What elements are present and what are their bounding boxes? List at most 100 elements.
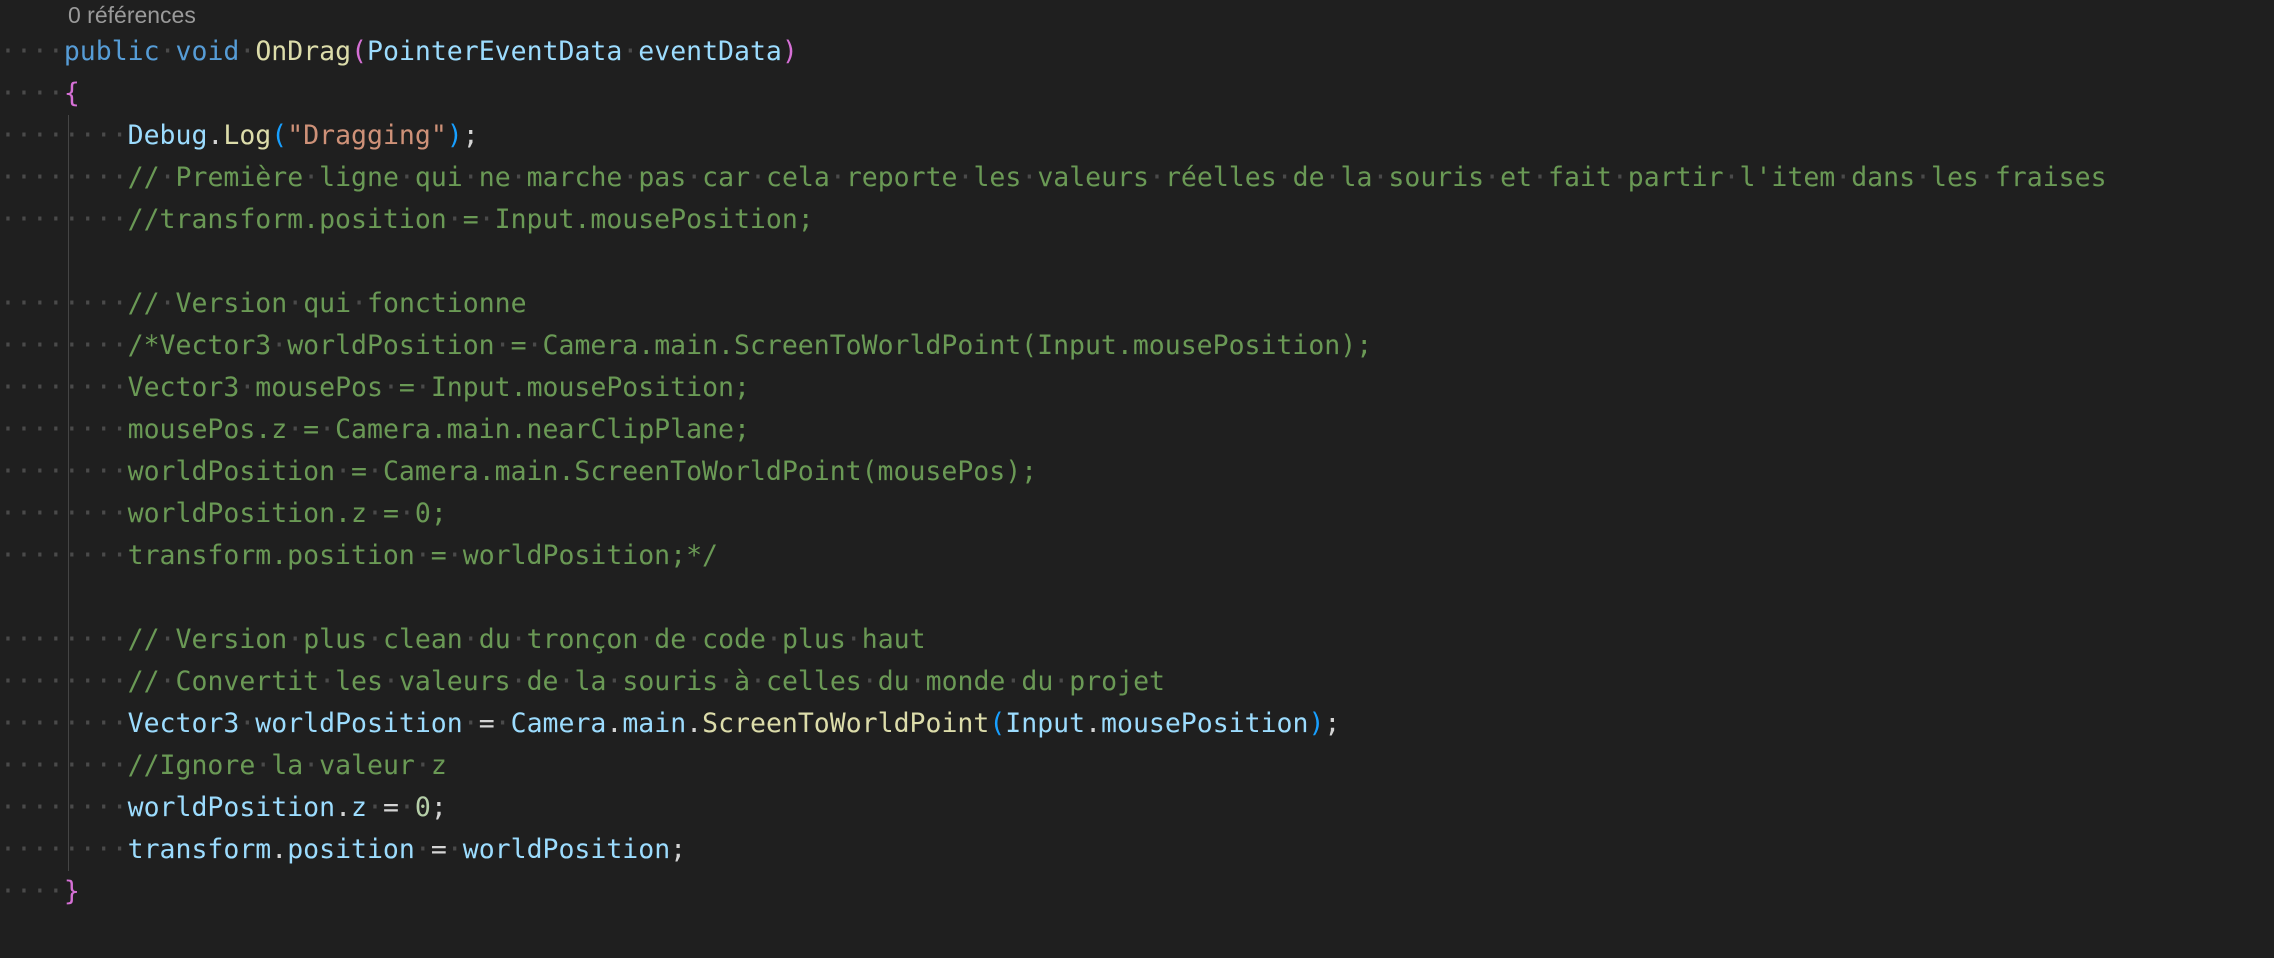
code-token: ( bbox=[271, 120, 288, 151]
code-token: worldPosition bbox=[462, 834, 671, 865]
references-codelens[interactable]: 0 références bbox=[68, 0, 196, 30]
code-token: ( bbox=[351, 36, 368, 67]
whitespace-dot: · bbox=[239, 36, 256, 67]
code-token: Vector3 bbox=[127, 708, 240, 739]
code-token: . bbox=[1085, 708, 1102, 739]
indent-whitespace: ········ bbox=[0, 120, 128, 151]
indent-whitespace: ········ bbox=[0, 540, 128, 571]
code-line[interactable]: ····} bbox=[0, 871, 80, 913]
code-token: /*Vector3·worldPosition·=·Camera.main.Sc… bbox=[127, 330, 1373, 361]
whitespace-dot: · bbox=[367, 792, 383, 823]
code-token: //·Convertit·les·valeurs·de·la·souris·à·… bbox=[127, 666, 1165, 697]
code-token: ; bbox=[462, 120, 479, 151]
indent-whitespace: ···· bbox=[0, 36, 64, 67]
indent-whitespace: ········ bbox=[0, 330, 128, 361]
code-token: "Dragging" bbox=[287, 120, 447, 151]
code-line[interactable]: ········Vector3·mousePos·=·Input.mousePo… bbox=[0, 367, 750, 409]
code-token: transform.position·=·worldPosition;*/ bbox=[127, 540, 719, 571]
indent-whitespace: ········ bbox=[0, 708, 128, 739]
code-token: { bbox=[63, 78, 80, 109]
code-line[interactable]: ········//·Version·plus·clean·du·tronçon… bbox=[0, 619, 926, 661]
code-token: ) bbox=[446, 120, 463, 151]
code-token: = bbox=[382, 792, 399, 823]
whitespace-dot: · bbox=[398, 792, 415, 823]
code-token: position bbox=[287, 834, 415, 865]
whitespace-dot: · bbox=[446, 834, 463, 865]
code-line[interactable]: ········mousePos.z·=·Camera.main.nearCli… bbox=[0, 409, 750, 451]
code-token: OnDrag bbox=[255, 36, 352, 67]
code-token: ; bbox=[670, 834, 687, 865]
code-token: ; bbox=[1324, 708, 1341, 739]
code-token: ScreenToWorldPoint bbox=[702, 708, 990, 739]
indent-whitespace: ········ bbox=[0, 372, 128, 403]
code-token: transform bbox=[127, 834, 272, 865]
code-token: ; bbox=[430, 792, 447, 823]
code-line[interactable]: ········Vector3·worldPosition·=·Camera.m… bbox=[0, 703, 1340, 745]
code-token: . bbox=[207, 120, 224, 151]
whitespace-dot: · bbox=[622, 36, 639, 67]
whitespace-dot: · bbox=[239, 708, 256, 739]
indent-whitespace: ········ bbox=[0, 288, 128, 319]
code-line[interactable]: ········/*Vector3·worldPosition·=·Camera… bbox=[0, 325, 1372, 367]
code-token: . bbox=[686, 708, 703, 739]
code-token: worldPosition.z·=·0; bbox=[127, 498, 447, 529]
code-token: Input bbox=[1005, 708, 1086, 739]
code-token: Log bbox=[223, 120, 272, 151]
code-token: ) bbox=[781, 36, 798, 67]
code-line[interactable]: ········transform.position·=·worldPositi… bbox=[0, 829, 686, 871]
code-line[interactable]: ········transform.position·=·worldPositi… bbox=[0, 535, 718, 577]
code-line[interactable]: ········//·Version·qui·fonctionne bbox=[0, 283, 527, 325]
code-token: z bbox=[351, 792, 367, 823]
code-line[interactable]: ········worldPosition·=·Camera.main.Scre… bbox=[0, 451, 1037, 493]
indent-whitespace: ········ bbox=[0, 498, 128, 529]
indent-whitespace: ········ bbox=[0, 792, 128, 823]
code-token: worldPosition bbox=[255, 708, 463, 739]
code-token: ) bbox=[1308, 708, 1325, 739]
code-token: //·Version·qui·fonctionne bbox=[127, 288, 527, 319]
whitespace-dot: · bbox=[159, 36, 176, 67]
code-token: 0 bbox=[414, 792, 431, 823]
whitespace-dot: · bbox=[494, 708, 511, 739]
code-token: Camera bbox=[510, 708, 607, 739]
indent-whitespace: ···· bbox=[0, 876, 64, 907]
code-token: void bbox=[175, 36, 240, 67]
code-line[interactable]: ········Debug.Log("Dragging"); bbox=[0, 115, 479, 157]
code-token: //Ignore·la·valeur·z bbox=[127, 750, 447, 781]
code-token: Vector3·mousePos·=·Input.mousePosition; bbox=[127, 372, 750, 403]
code-token: ( bbox=[989, 708, 1006, 739]
whitespace-dot: · bbox=[414, 834, 431, 865]
code-token: . bbox=[606, 708, 623, 739]
code-line[interactable]: ········//·Convertit·les·valeurs·de·la·s… bbox=[0, 661, 1165, 703]
indent-whitespace: ········ bbox=[0, 204, 128, 235]
indent-whitespace: ········ bbox=[0, 456, 128, 487]
code-token: Debug bbox=[127, 120, 208, 151]
code-line[interactable]: ····{ bbox=[0, 73, 80, 115]
code-line[interactable]: ········worldPosition.z·=·0; bbox=[0, 787, 447, 829]
code-line[interactable]: ····public·void·OnDrag(PointerEventData·… bbox=[0, 31, 798, 73]
code-token: = bbox=[430, 834, 447, 865]
code-token: . bbox=[271, 834, 288, 865]
code-token: public bbox=[63, 36, 160, 67]
indent-whitespace: ········ bbox=[0, 834, 128, 865]
code-token: = bbox=[478, 708, 495, 739]
code-token: //transform.position·=·Input.mousePositi… bbox=[127, 204, 814, 235]
indent-whitespace: ········ bbox=[0, 624, 128, 655]
indent-whitespace: ········ bbox=[0, 750, 128, 781]
whitespace-dot: · bbox=[462, 708, 479, 739]
code-editor[interactable]: 0 références ····public·void·OnDrag(Poin… bbox=[0, 0, 2274, 958]
indent-whitespace: ········ bbox=[0, 414, 128, 445]
indent-whitespace: ········ bbox=[0, 666, 128, 697]
code-token: eventData bbox=[638, 36, 782, 67]
code-line[interactable]: ········worldPosition.z·=·0; bbox=[0, 493, 447, 535]
code-token: } bbox=[63, 876, 80, 907]
code-token: mousePos.z·=·Camera.main.nearClipPlane; bbox=[127, 414, 750, 445]
code-token: worldPosition bbox=[127, 792, 336, 823]
indent-whitespace: ········ bbox=[0, 162, 128, 193]
indent-whitespace: ···· bbox=[0, 78, 64, 109]
code-line[interactable]: ········//Ignore·la·valeur·z bbox=[0, 745, 447, 787]
code-line[interactable]: ········//transform.position·=·Input.mou… bbox=[0, 199, 814, 241]
code-token: main bbox=[622, 708, 687, 739]
code-line[interactable]: ········//·Première·ligne·qui·ne·marche·… bbox=[0, 157, 2107, 199]
code-token: //·Première·ligne·qui·ne·marche·pas·car·… bbox=[127, 162, 2107, 193]
code-token: PointerEventData bbox=[367, 36, 623, 67]
